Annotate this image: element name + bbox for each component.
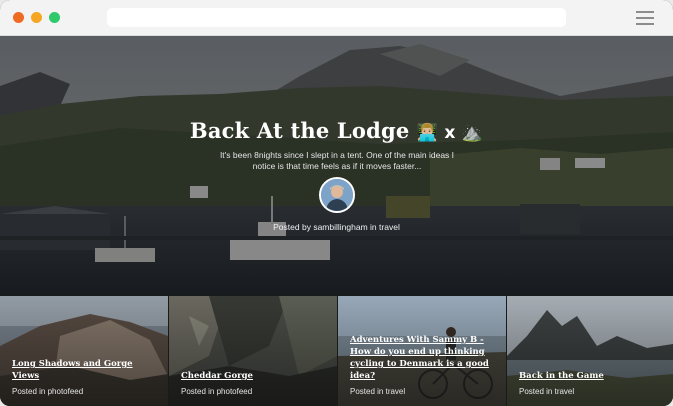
category-link[interactable]: photofeed bbox=[217, 387, 253, 396]
post-card-meta: Posted in photofeed bbox=[12, 387, 83, 396]
browser-window: Back At the Lodge 👨🏼‍💻 x ⛰️ It's been 8n… bbox=[0, 0, 673, 406]
hero-excerpt: It's been 8nights since I slept in a ten… bbox=[219, 150, 455, 171]
category-link[interactable]: travel bbox=[379, 222, 400, 232]
hero-title-emoji: 👨🏼‍💻 x ⛰️ bbox=[416, 123, 484, 143]
post-card-title[interactable]: Adventures With Sammy B - How do you end… bbox=[350, 334, 500, 382]
posted-in-label: Posted in bbox=[350, 387, 384, 396]
author-avatar[interactable] bbox=[319, 177, 355, 213]
hamburger-menu-icon[interactable] bbox=[636, 11, 654, 25]
post-card[interactable]: Long Shadows and Gorge Views Posted in p… bbox=[0, 296, 168, 406]
posted-in-label: Posted in bbox=[519, 387, 553, 396]
maximize-window-button[interactable] bbox=[49, 12, 60, 23]
address-bar[interactable] bbox=[107, 8, 566, 27]
post-grid: Long Shadows and Gorge Views Posted in p… bbox=[0, 296, 673, 406]
post-card-meta: Posted in travel bbox=[519, 387, 574, 396]
post-card[interactable]: Adventures With Sammy B - How do you end… bbox=[338, 296, 506, 406]
minimize-window-button[interactable] bbox=[31, 12, 42, 23]
post-card[interactable]: Cheddar Gorge Posted in photofeed bbox=[169, 296, 337, 406]
category-link[interactable]: photofeed bbox=[48, 387, 84, 396]
post-card-title[interactable]: Back in the Game bbox=[519, 370, 669, 382]
avatar-image bbox=[321, 179, 353, 211]
close-window-button[interactable] bbox=[13, 12, 24, 23]
hero-featured-post[interactable]: Back At the Lodge 👨🏼‍💻 x ⛰️ It's been 8n… bbox=[0, 36, 673, 295]
posted-in-label: in bbox=[370, 222, 377, 232]
category-link[interactable]: travel bbox=[386, 387, 406, 396]
hero-title-text: Back At the Lodge bbox=[189, 118, 410, 143]
post-card-meta: Posted in photofeed bbox=[181, 387, 252, 396]
hero-post-title[interactable]: Back At the Lodge 👨🏼‍💻 x ⛰️ bbox=[0, 118, 673, 143]
author-link[interactable]: sambillingham bbox=[313, 222, 367, 232]
browser-toolbar bbox=[0, 0, 673, 36]
posted-in-label: Posted in bbox=[181, 387, 215, 396]
post-card-title[interactable]: Long Shadows and Gorge Views bbox=[12, 358, 162, 382]
posted-in-label: Posted in bbox=[12, 387, 46, 396]
post-card-meta: Posted in travel bbox=[350, 387, 405, 396]
posted-by-label: Posted by bbox=[273, 222, 311, 232]
post-card-title[interactable]: Cheddar Gorge bbox=[181, 370, 331, 382]
post-card[interactable]: Back in the Game Posted in travel bbox=[507, 296, 673, 406]
hero-post-meta: Posted by sambillingham in travel bbox=[0, 222, 673, 232]
category-link[interactable]: travel bbox=[555, 387, 575, 396]
